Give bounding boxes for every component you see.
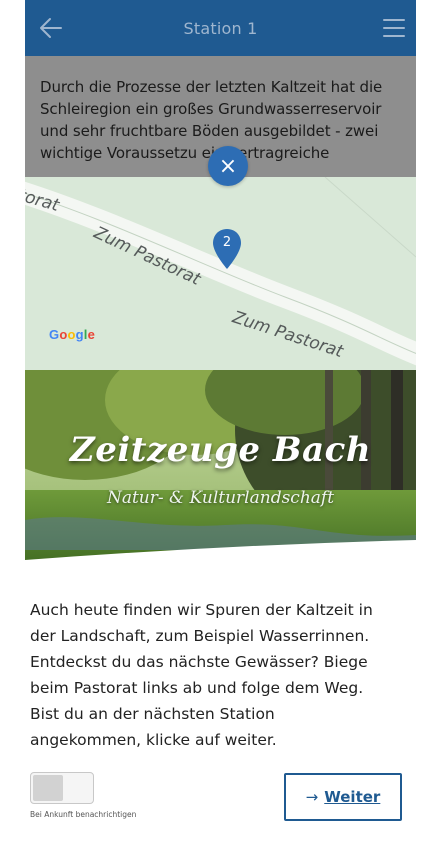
arrow-right-icon: → — [305, 788, 319, 806]
next-button[interactable]: → Weiter — [284, 773, 402, 821]
notify-toggle-label: Bei Ankunft benachrichtigen — [30, 810, 137, 819]
menu-icon[interactable] — [382, 16, 406, 40]
arrow-left-icon[interactable] — [37, 14, 65, 42]
creek-landscape-image — [25, 370, 416, 570]
station-description: Auch heute finden wir Spuren der Kaltzei… — [30, 601, 373, 749]
app-screen: Station 1 Durch die Prozesse der letzten… — [25, 0, 416, 844]
hero-title: Zeitzeuge Bach — [69, 430, 372, 470]
map-marker-pin[interactable]: 2 — [211, 227, 243, 271]
app-header: Station 1 — [25, 0, 416, 56]
marker-number: 2 — [222, 235, 232, 250]
notify-toggle[interactable] — [30, 772, 94, 804]
hero-image: Zeitzeuge Bach Natur- & Kulturlandschaft — [25, 370, 416, 570]
toggle-knob — [33, 775, 63, 801]
map-view[interactable]: torat Zum Pastorat Zum Pastorat 2 Google — [25, 177, 416, 370]
google-logo: Google — [49, 327, 96, 342]
close-map-button[interactable]: × — [208, 146, 248, 186]
close-icon: × — [218, 153, 238, 179]
page-title: Station 1 — [183, 18, 258, 38]
next-button-label: Weiter — [324, 788, 381, 806]
hero-subtitle: Natur- & Kulturlandschaft — [106, 488, 335, 508]
